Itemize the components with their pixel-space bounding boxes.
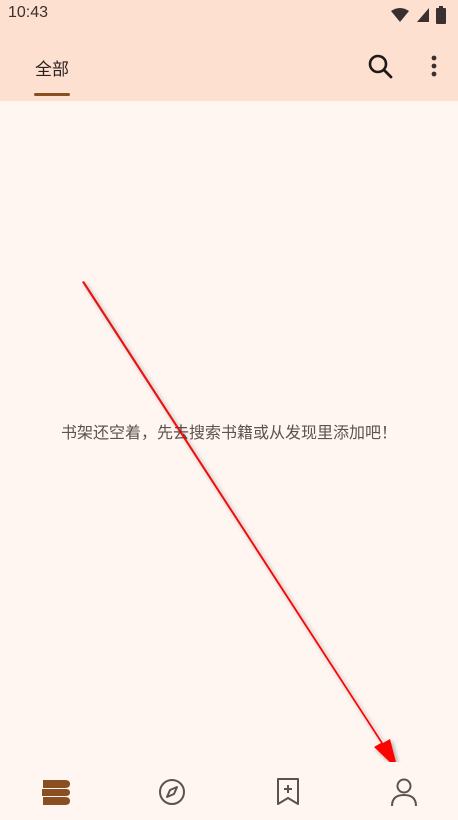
search-button[interactable] — [362, 48, 398, 84]
tab-all-label: 全部 — [35, 60, 69, 80]
tab-indicator — [34, 93, 70, 96]
search-icon — [368, 54, 393, 79]
more-vert-icon — [431, 55, 437, 77]
app-bar: 全部 — [0, 30, 458, 101]
empty-bookshelf-message: 书架还空着，先去搜索书籍或从发现里添加吧！ — [60, 423, 397, 442]
status-time: 10:43 — [8, 4, 49, 21]
signal-icon — [417, 8, 429, 22]
nav-my[interactable] — [374, 772, 434, 812]
wifi-icon — [391, 8, 409, 22]
bookshelf-icon — [42, 780, 70, 805]
nav-bookmarks[interactable] — [258, 772, 318, 812]
tab-all[interactable]: 全部 — [20, 30, 84, 101]
person-icon — [391, 778, 417, 807]
more-options-button[interactable] — [420, 48, 448, 84]
bookmark-add-icon — [277, 778, 299, 805]
compass-icon — [159, 779, 185, 805]
nav-explore[interactable] — [142, 772, 202, 812]
battery-icon — [436, 6, 446, 24]
status-icons — [390, 6, 446, 24]
nav-bookshelf[interactable] — [26, 772, 86, 812]
status-bar: 10:43 — [0, 0, 458, 30]
bottom-navigation — [0, 762, 458, 820]
bookshelf-content: 书架还空着，先去搜索书籍或从发现里添加吧！ — [0, 101, 458, 761]
